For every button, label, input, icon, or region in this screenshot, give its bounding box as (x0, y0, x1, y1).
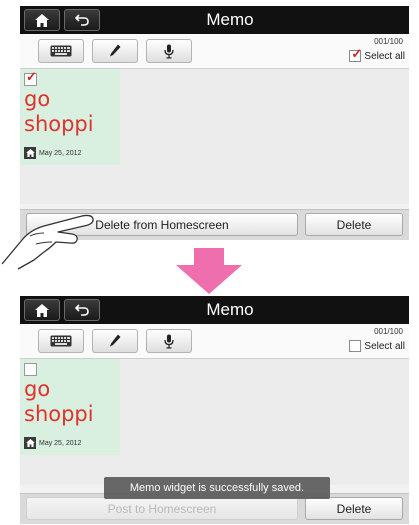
memo-counter: 001/100 (374, 37, 403, 46)
memo-toolbar: 001/100 Select all (20, 324, 409, 359)
select-all-checkbox[interactable]: ✓ (349, 46, 363, 62)
home-button[interactable] (24, 299, 60, 321)
select-all[interactable]: Select all (349, 340, 405, 352)
toast-message: Memo widget is successfully saved. (104, 477, 330, 499)
memo-counter: 001/100 (374, 327, 403, 336)
memo-item[interactable]: go shoppi May 25, 2012 (20, 359, 120, 455)
select-all-checkbox[interactable] (349, 340, 362, 352)
title-bar: Memo (20, 6, 409, 34)
select-all-label: Select all (364, 50, 405, 62)
keyboard-button[interactable] (38, 39, 84, 63)
back-button[interactable] (64, 299, 100, 321)
check-icon: ✓ (26, 69, 37, 84)
memo-list: ✓ go shoppi May 25, 2012 (20, 69, 409, 204)
keyboard-button[interactable] (38, 329, 84, 353)
title-bar: Memo (20, 296, 409, 324)
pen-icon (110, 44, 121, 57)
memo-toolbar: 001/100 ✓ Select all (20, 34, 409, 69)
post-to-homescreen-button[interactable]: Post to Homescreen (26, 497, 298, 520)
delete-button[interactable]: Delete (305, 213, 403, 236)
screen-before: Memo 001/100 ✓ Select all ✓ go shoppi Ma… (20, 6, 409, 240)
home-icon (35, 303, 49, 317)
check-icon: ✓ (351, 46, 363, 61)
screen-after: Memo 001/100 Select all go shoppi May 25… (20, 296, 409, 524)
memo-list: go shoppi May 25, 2012 (20, 359, 409, 485)
memo-checkbox[interactable] (24, 363, 37, 376)
select-all-label: Select all (364, 340, 405, 352)
microphone-button[interactable] (146, 329, 192, 353)
home-widget-icon (24, 147, 36, 159)
memo-text: go shoppi (24, 87, 94, 136)
keyboard-icon (50, 45, 72, 57)
memo-checkbox[interactable]: ✓ (24, 69, 37, 86)
memo-item[interactable]: ✓ go shoppi May 25, 2012 (20, 69, 120, 165)
pen-icon (110, 334, 121, 347)
microphone-icon (164, 334, 174, 348)
memo-date: May 25, 2012 (39, 440, 82, 447)
back-arrow-icon (75, 304, 89, 316)
delete-button[interactable]: Delete (305, 497, 403, 520)
hand-pointer-icon (1, 214, 94, 270)
home-icon (35, 13, 49, 27)
microphone-icon (164, 44, 174, 58)
home-button[interactable] (24, 9, 60, 31)
back-arrow-icon (75, 14, 89, 26)
app-title: Memo (206, 10, 254, 29)
home-widget-icon (24, 437, 36, 449)
memo-text: go shoppi (24, 377, 94, 426)
keyboard-icon (50, 335, 72, 347)
memo-date: May 25, 2012 (39, 150, 82, 157)
pen-button[interactable] (92, 39, 138, 63)
select-all[interactable]: ✓ Select all (349, 46, 405, 62)
back-button[interactable] (64, 9, 100, 31)
app-title: Memo (206, 300, 254, 319)
transition-arrow-icon (176, 248, 242, 294)
microphone-button[interactable] (146, 39, 192, 63)
pen-button[interactable] (92, 329, 138, 353)
